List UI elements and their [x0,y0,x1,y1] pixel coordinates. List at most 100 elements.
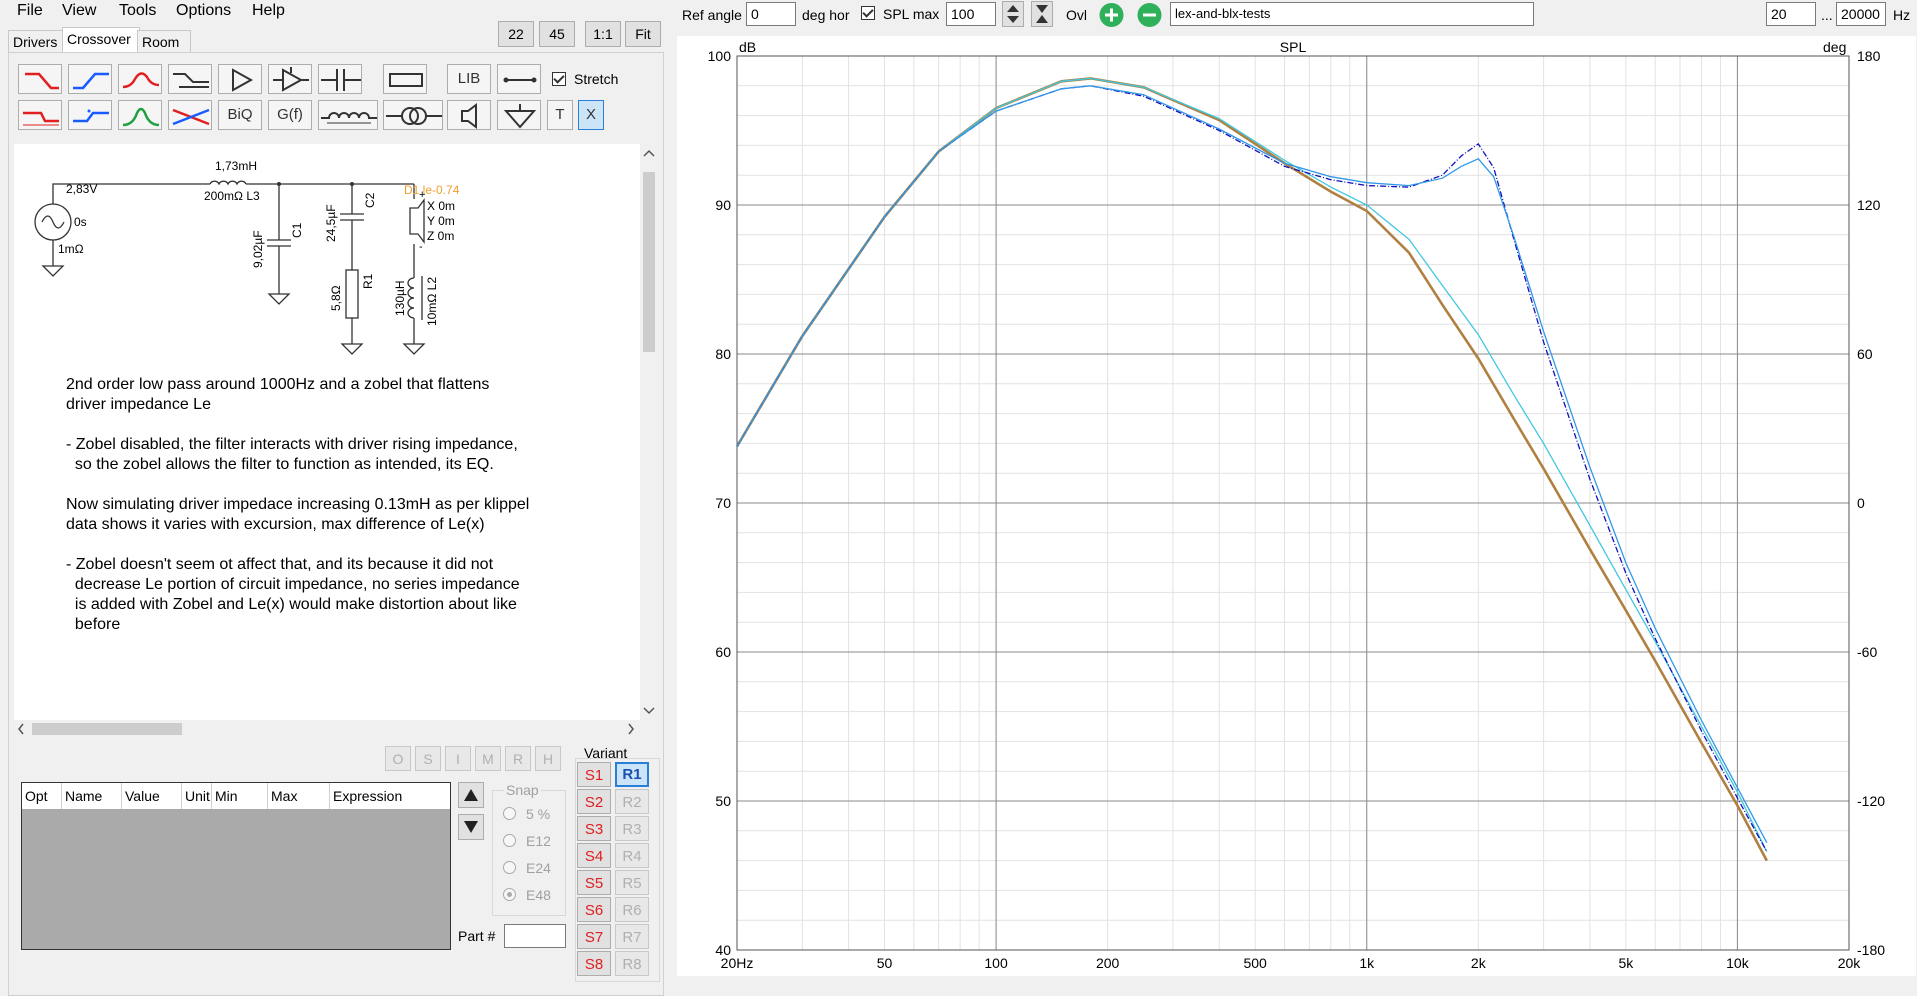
ground-tool[interactable] [497,100,541,130]
wire-tool[interactable] [497,64,541,94]
scroll-down-icon[interactable] [643,706,655,716]
part-number-input[interactable] [504,924,566,948]
vertical-scrollbar[interactable] [640,144,658,720]
menu-help[interactable]: Help [252,2,285,20]
zoom-1to1-button[interactable]: 1:1 [585,21,621,47]
tab-crossover[interactable]: Crossover [62,27,140,54]
variant-r1-button[interactable]: R1 [615,762,649,787]
capacitor-icon [321,69,361,91]
col-max[interactable]: Max [268,783,330,809]
variant-s1-button[interactable]: S1 [577,762,611,787]
variant-r8-button[interactable]: R8 [615,951,649,976]
spl-range-button[interactable] [1031,1,1053,27]
amplifier-tool[interactable] [218,64,262,94]
menu-options[interactable]: Options [176,2,231,20]
menu-tools[interactable]: Tools [119,2,156,20]
tab-drivers[interactable]: Drivers [8,30,70,54]
x-tick-label: 2k [1471,955,1487,971]
x-toggle-button[interactable]: X [578,100,604,130]
col-unit[interactable]: Unit [182,783,212,809]
freq-min-input[interactable]: 20 [1766,2,1816,26]
up-down-arrows-icon [1007,5,1019,23]
variant-s8-button[interactable]: S8 [577,951,611,976]
lowpass-red-tool[interactable] [18,64,62,94]
freq-max-input[interactable]: 20000 [1836,2,1886,26]
capacitor-tool[interactable] [318,64,362,94]
opt-h-button[interactable]: H [535,746,561,771]
inductor-tool[interactable] [318,100,378,130]
scroll-right-icon[interactable] [626,723,636,735]
col-opt[interactable]: Opt [22,783,62,809]
schematic-canvas[interactable]: 2,83V 0s 1mΩ 1,73mH 200mΩ L3 9,02µF C1 2… [14,144,640,720]
horizontal-scroll-thumb[interactable] [32,723,182,735]
variant-r5-button[interactable]: R5 [615,870,649,895]
scroll-left-icon[interactable] [16,723,26,735]
menu-file[interactable]: File [17,2,43,20]
zoom-45-button[interactable]: 45 [539,21,575,47]
snap-e12-radio[interactable] [503,834,516,847]
zoom-fit-button[interactable]: Fit [625,21,661,47]
ref-angle-input[interactable]: 0 [746,2,796,26]
buffer-tool[interactable] [268,64,312,94]
spl-chart[interactable]: SPL dB deg 40 50 60 70 80 90 100 -180 -120 -60 0 60 120… [677,36,1916,976]
snap-e24-radio[interactable] [503,861,516,874]
ovl-label: Ovl [1066,7,1087,23]
variant-r3-button[interactable]: R3 [615,816,649,841]
notch-tool[interactable] [168,100,212,130]
opt-s-button[interactable]: S [415,746,441,771]
zoom-22-button[interactable]: 22 [498,21,534,47]
opt-m-button[interactable]: M [475,746,501,771]
horizontal-scrollbar[interactable] [14,720,640,738]
menu-view[interactable]: View [62,2,96,20]
bandpass-green-tool[interactable] [118,100,162,130]
text-tool-button[interactable]: T [547,100,573,130]
variant-s6-button[interactable]: S6 [577,897,611,922]
resistor-tool[interactable] [383,64,427,94]
variant-s4-button[interactable]: S4 [577,843,611,868]
col-name[interactable]: Name [62,783,122,809]
vertical-scroll-thumb[interactable] [643,172,655,352]
variant-s3-button[interactable]: S3 [577,816,611,841]
highpass-step-tool[interactable] [68,100,112,130]
bandpass-red-tool[interactable] [118,64,162,94]
snap-e48-radio[interactable] [503,888,516,901]
speaker-icon [461,103,477,129]
biquad-button[interactable]: BiQ [218,100,262,130]
c1-value-label: 9,02µF [251,230,265,268]
project-name-input[interactable]: lex-and-blx-tests [1170,2,1534,26]
spl-up-down-button[interactable] [1002,1,1024,27]
stretch-checkbox[interactable] [552,72,566,86]
shelf-tool[interactable] [168,64,212,94]
lowpass-step-tool[interactable] [18,100,62,130]
move-down-button[interactable] [458,814,484,840]
spl-max-input[interactable]: 100 [946,2,996,26]
variant-r6-button[interactable]: R6 [615,897,649,922]
tab-room[interactable]: Room [137,30,191,54]
y-right-tick-label: -180 [1857,942,1885,958]
transformer-tool[interactable] [383,100,443,130]
variant-s7-button[interactable]: S7 [577,924,611,949]
remove-overlay-button[interactable] [1136,2,1163,28]
opt-o-button[interactable]: O [385,746,411,771]
library-button[interactable]: LIB [447,64,491,94]
scroll-up-icon[interactable] [643,148,655,158]
variant-r4-button[interactable]: R4 [615,843,649,868]
speaker-tool[interactable] [447,100,491,130]
col-expression[interactable]: Expression [330,783,450,809]
add-overlay-button[interactable] [1098,2,1125,28]
source-delay-label: 0s [74,215,87,229]
variant-r2-button[interactable]: R2 [615,789,649,814]
variant-r7-button[interactable]: R7 [615,924,649,949]
spl-max-checkbox[interactable] [861,6,875,20]
col-value[interactable]: Value [122,783,182,809]
variant-s2-button[interactable]: S2 [577,789,611,814]
col-min[interactable]: Min [212,783,268,809]
snap-5pct-radio[interactable] [503,807,516,820]
optimizer-table[interactable]: Opt Name Value Unit Min Max Expression [21,782,451,950]
opt-r-button[interactable]: R [505,746,531,771]
move-up-button[interactable] [458,782,484,808]
variant-s5-button[interactable]: S5 [577,870,611,895]
highpass-blue-tool[interactable] [68,64,112,94]
opt-i-button[interactable]: I [445,746,471,771]
gf-button[interactable]: G(f) [268,100,312,130]
